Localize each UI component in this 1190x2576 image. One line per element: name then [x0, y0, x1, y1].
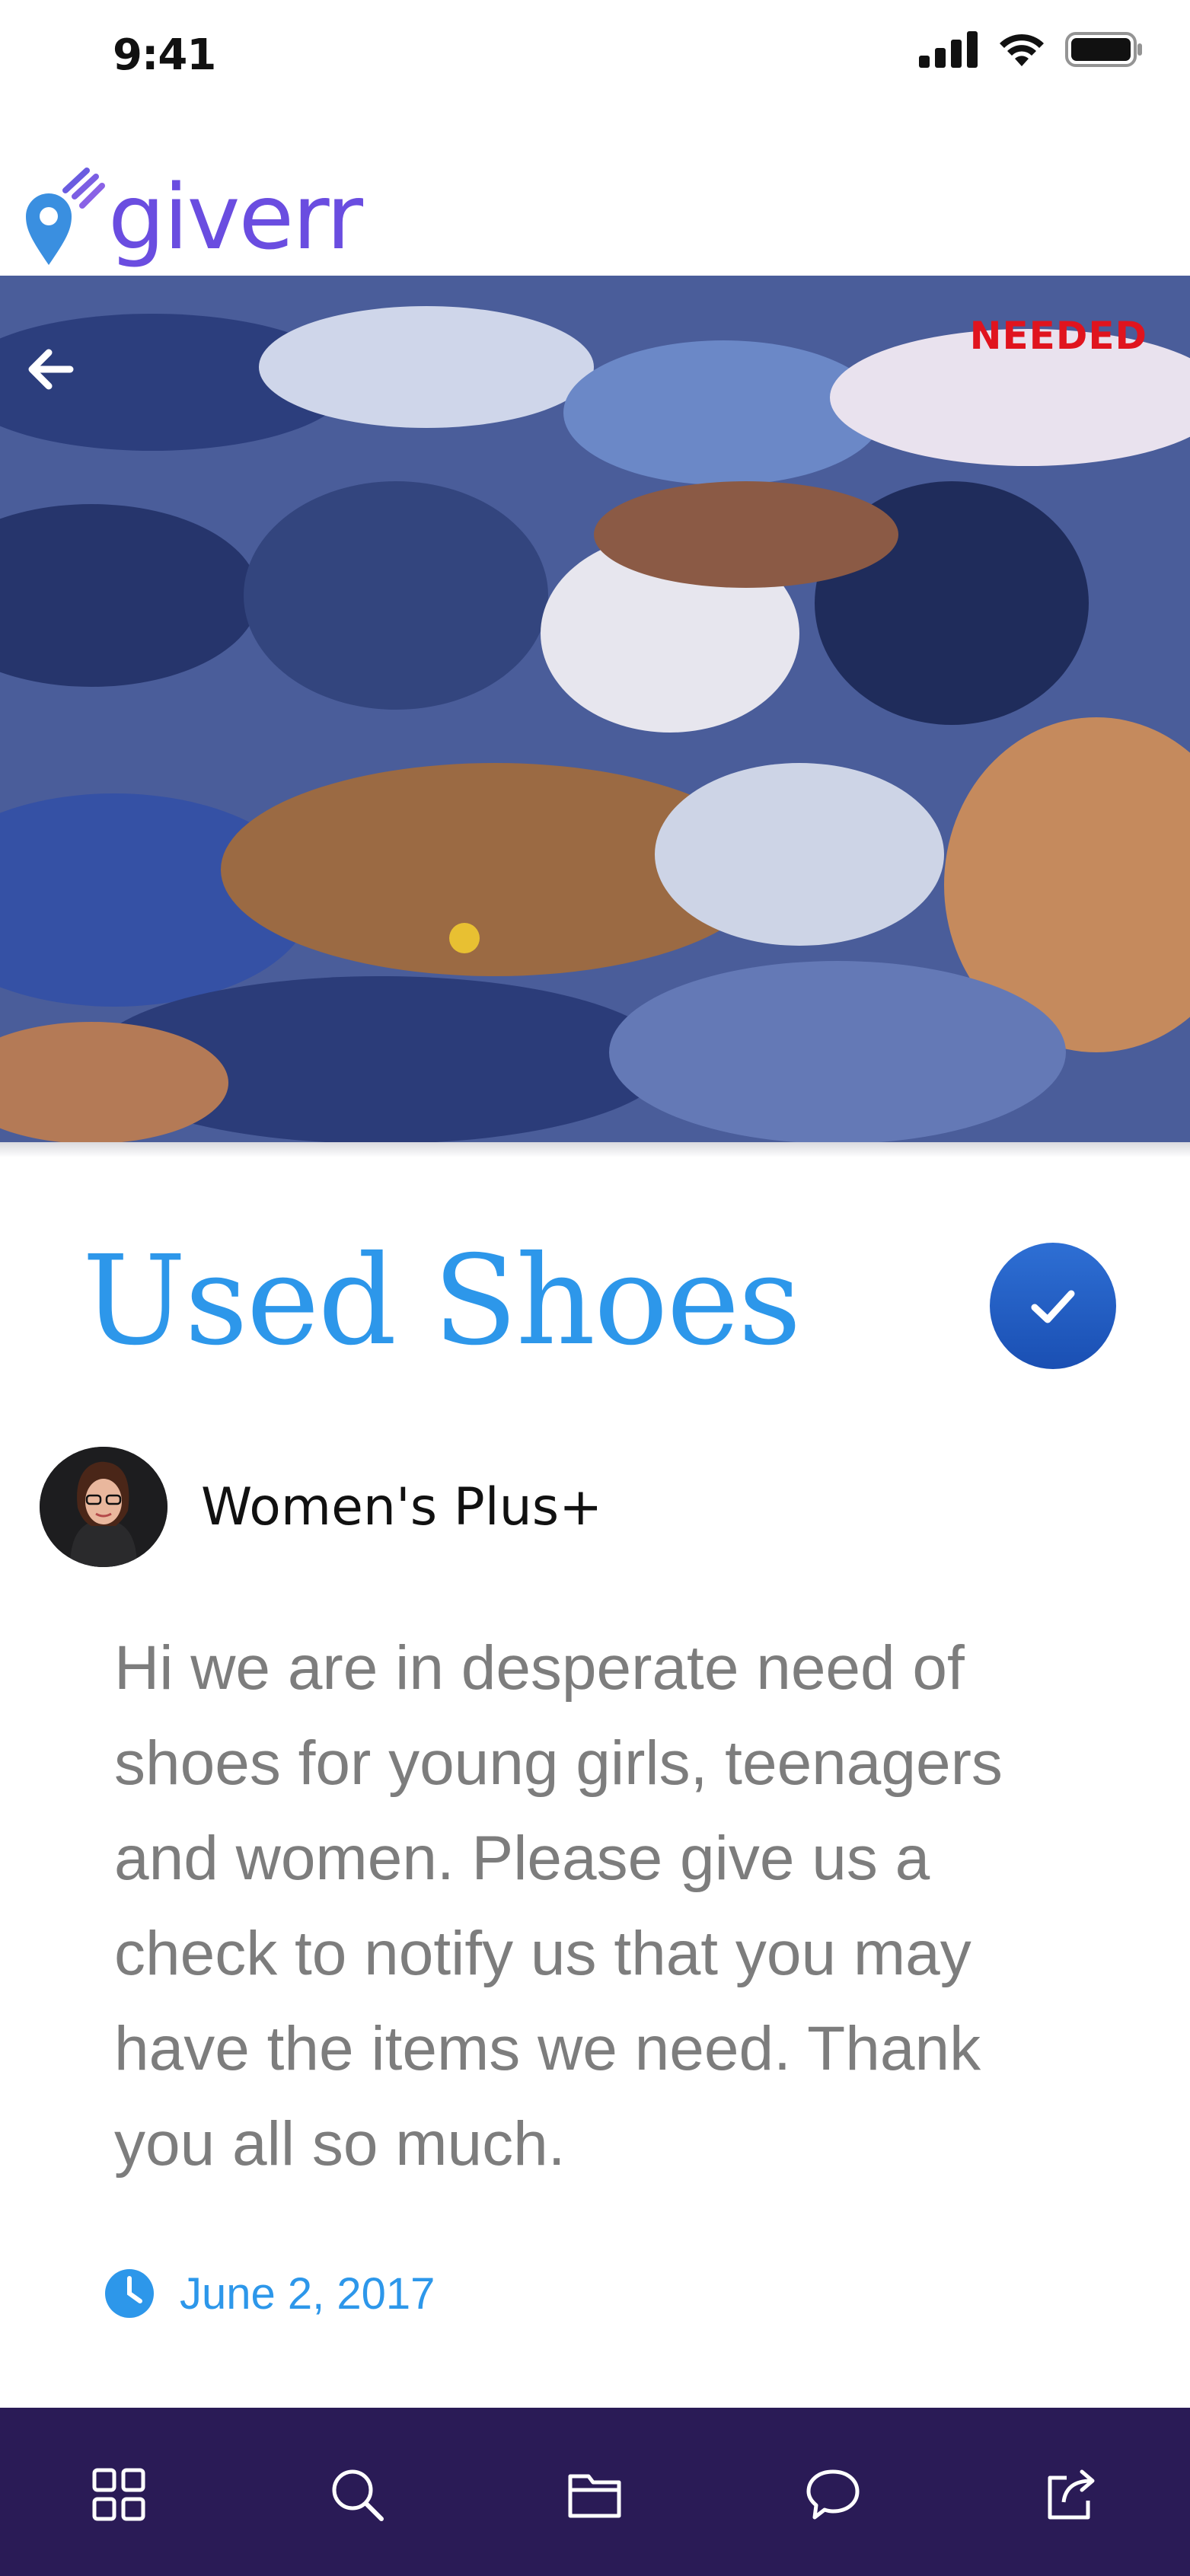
tab-search[interactable]	[322, 2459, 392, 2530]
location-pin-icon	[26, 168, 105, 265]
avatar-photo	[40, 1447, 167, 1567]
wifi-icon	[1000, 34, 1044, 66]
avatar[interactable]	[40, 1447, 167, 1567]
grid-icon	[92, 2468, 145, 2521]
post-date: June 2, 2017	[104, 2268, 435, 2319]
hero-shadow	[0, 1142, 1190, 1157]
arrow-left-icon	[28, 349, 74, 390]
status-bar: 9:41	[0, 0, 1190, 114]
clock-icon	[105, 2269, 154, 2318]
battery-icon	[1065, 32, 1142, 67]
chat-bubble-icon	[806, 2469, 860, 2520]
date-text: June 2, 2017	[180, 2268, 435, 2319]
tab-share[interactable]	[1036, 2459, 1106, 2530]
check-button[interactable]	[990, 1243, 1116, 1369]
author-row[interactable]: Women's Plus+	[40, 1447, 602, 1567]
author-name[interactable]: Women's Plus+	[201, 1477, 602, 1537]
status-time: 9:41	[113, 30, 216, 80]
bottom-tab-bar	[0, 2408, 1190, 2576]
share-icon	[1048, 2469, 1095, 2520]
needed-badge: NEEDED	[969, 314, 1147, 358]
shoes-photo	[0, 276, 1190, 1142]
back-button[interactable]	[21, 339, 82, 400]
status-icons	[919, 30, 1144, 69]
checkmark-icon	[1031, 1290, 1075, 1323]
tab-messages[interactable]	[798, 2459, 868, 2530]
post-title: Used Shoes	[82, 1230, 802, 1373]
app-logo[interactable]: giverr	[21, 164, 363, 270]
post-description: Hi we are in desperate need of shoes for…	[114, 1633, 1003, 2179]
search-icon	[332, 2469, 384, 2521]
brand-name: giverr	[108, 164, 363, 270]
folder-icon	[568, 2474, 621, 2518]
signal-icon	[919, 31, 978, 68]
tab-grid[interactable]	[84, 2459, 154, 2530]
tab-folder[interactable]	[560, 2459, 630, 2530]
hero-image	[0, 276, 1190, 1142]
